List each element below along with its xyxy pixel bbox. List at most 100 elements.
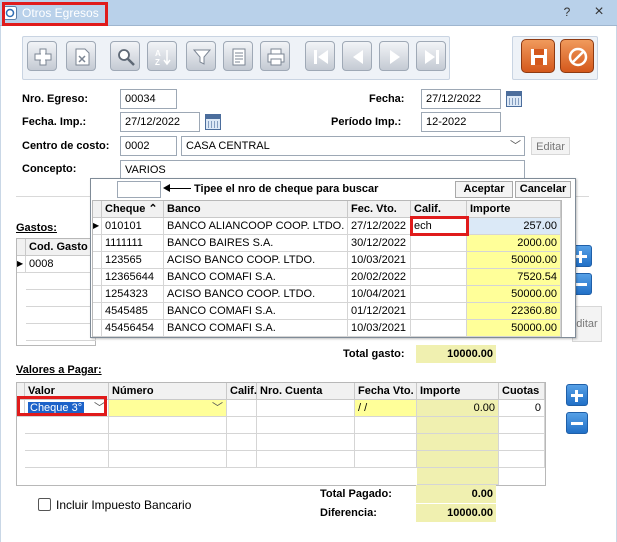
next-record-icon[interactable] bbox=[379, 41, 409, 71]
cheque-cell[interactable]: 45456454 bbox=[102, 320, 164, 337]
fecha-vto-cell[interactable] bbox=[355, 417, 417, 434]
numero-select[interactable]: ﹀ bbox=[109, 400, 227, 417]
numero-cell[interactable] bbox=[109, 434, 227, 451]
col-cheque[interactable]: Cheque ⌃ bbox=[102, 201, 164, 218]
banco-cell[interactable]: BANCO ALIANCOOP COOP. LTDO. bbox=[164, 218, 348, 235]
cuotas-cell[interactable]: 0 bbox=[499, 400, 545, 417]
importe-cell[interactable]: 0.00 bbox=[417, 400, 499, 417]
nro-cuenta-cell[interactable] bbox=[257, 434, 355, 451]
close-button[interactable]: × bbox=[586, 2, 612, 22]
col-importe[interactable]: Importe bbox=[467, 201, 561, 218]
importe-cell[interactable] bbox=[417, 468, 499, 485]
nro-egreso-field[interactable]: 00034 bbox=[120, 89, 177, 109]
calendar-icon[interactable] bbox=[506, 91, 522, 107]
nro-cuenta-cell[interactable] bbox=[257, 400, 355, 417]
calif-cell[interactable] bbox=[411, 269, 467, 286]
fecha-cell[interactable]: 27/12/2022 bbox=[348, 218, 411, 235]
cheque-cell[interactable]: 010101 bbox=[102, 218, 164, 235]
nro-cuenta-cell[interactable] bbox=[257, 417, 355, 434]
col-nro-cuenta[interactable]: Nro. Cuenta bbox=[257, 383, 355, 400]
add-valor-button[interactable] bbox=[566, 384, 588, 406]
add-button[interactable] bbox=[27, 41, 57, 71]
calif-cell[interactable] bbox=[227, 400, 257, 417]
fecha-cell[interactable]: 01/12/2021 bbox=[348, 303, 411, 320]
calif-cell[interactable] bbox=[411, 303, 467, 320]
importe-cell[interactable]: 50000.00 bbox=[467, 252, 561, 269]
banco-cell[interactable]: ACISO BANCO COOP. LTDO. bbox=[164, 286, 348, 303]
valor-cell[interactable] bbox=[25, 451, 109, 468]
importe-cell[interactable]: 2000.00 bbox=[467, 235, 561, 252]
calif-cell[interactable] bbox=[227, 451, 257, 468]
banco-cell[interactable]: BANCO BAIRES S.A. bbox=[164, 235, 348, 252]
cuotas-cell[interactable] bbox=[499, 451, 545, 468]
gasto-cell[interactable] bbox=[26, 273, 96, 290]
calif-cell[interactable] bbox=[227, 417, 257, 434]
fecha-cell[interactable]: 20/02/2022 bbox=[348, 269, 411, 286]
numero-cell[interactable] bbox=[109, 417, 227, 434]
first-record-icon[interactable] bbox=[305, 41, 335, 71]
fecha-vto-cell[interactable]: / / bbox=[355, 400, 417, 417]
cheque-cell[interactable]: 4545485 bbox=[102, 303, 164, 320]
gasto-cell[interactable] bbox=[26, 307, 96, 324]
importe-cell[interactable]: 50000.00 bbox=[467, 320, 561, 337]
cancelar-button[interactable]: Cancelar bbox=[515, 181, 571, 198]
centro-code-field[interactable]: 0002 bbox=[120, 136, 177, 156]
save-icon[interactable] bbox=[521, 39, 555, 73]
cheque-cell[interactable]: 1111111 bbox=[102, 235, 164, 252]
filter-icon[interactable] bbox=[186, 41, 216, 71]
importe-cell[interactable]: 257.00 bbox=[467, 218, 561, 235]
banco-cell[interactable]: ACISO BANCO COOP. LTDO. bbox=[164, 252, 348, 269]
cheque-cell[interactable]: 1254323 bbox=[102, 286, 164, 303]
gasto-cell[interactable]: 0008 bbox=[26, 256, 96, 273]
calendar-icon[interactable] bbox=[205, 114, 221, 130]
banco-cell[interactable]: BANCO COMAFI S.A. bbox=[164, 303, 348, 320]
col-fecha-vto[interactable]: Fecha Vto. bbox=[355, 383, 417, 400]
aceptar-button[interactable]: Aceptar bbox=[455, 181, 513, 198]
fecha-vto-cell[interactable] bbox=[355, 451, 417, 468]
banco-cell[interactable]: BANCO COMAFI S.A. bbox=[164, 269, 348, 286]
calif-cell[interactable] bbox=[411, 320, 467, 337]
impuesto-bancario-checkbox[interactable] bbox=[38, 498, 51, 511]
print-icon[interactable] bbox=[260, 41, 290, 71]
numero-cell[interactable] bbox=[109, 451, 227, 468]
document-icon[interactable] bbox=[223, 41, 253, 71]
importe-cell[interactable]: 7520.54 bbox=[467, 269, 561, 286]
fecha-cell[interactable]: 10/04/2021 bbox=[348, 286, 411, 303]
periodo-field[interactable]: 12-2022 bbox=[421, 112, 501, 132]
importe-cell[interactable]: 22360.80 bbox=[467, 303, 561, 320]
col-calif[interactable]: Calif. bbox=[227, 383, 257, 400]
centro-select[interactable]: CASA CENTRAL ﹀ bbox=[181, 136, 525, 156]
fecha-vto-cell[interactable] bbox=[355, 434, 417, 451]
cheque-search-input[interactable] bbox=[117, 181, 161, 198]
calif-cell[interactable] bbox=[411, 235, 467, 252]
fecha-cell[interactable]: 10/03/2021 bbox=[348, 252, 411, 269]
cheque-cell[interactable]: 123565 bbox=[102, 252, 164, 269]
delete-doc-button[interactable] bbox=[66, 41, 96, 71]
last-record-icon[interactable] bbox=[416, 41, 446, 71]
help-button[interactable]: ? bbox=[554, 2, 580, 22]
previous-record-icon[interactable] bbox=[342, 41, 372, 71]
editar-gasto-button[interactable]: ditar bbox=[572, 306, 602, 342]
valor-cell[interactable] bbox=[25, 434, 109, 451]
col-numero[interactable]: Número bbox=[109, 383, 227, 400]
fecha-cell[interactable]: 10/03/2021 bbox=[348, 320, 411, 337]
valor-cell[interactable] bbox=[25, 417, 109, 434]
gasto-cell[interactable] bbox=[26, 324, 96, 341]
col-banco[interactable]: Banco bbox=[164, 201, 348, 218]
cuotas-cell[interactable] bbox=[499, 417, 545, 434]
cheque-cell[interactable]: 12365644 bbox=[102, 269, 164, 286]
cancel-icon[interactable] bbox=[560, 39, 594, 73]
editar-centro-button[interactable]: Editar bbox=[531, 137, 570, 155]
importe-cell[interactable] bbox=[417, 434, 499, 451]
calif-cell[interactable] bbox=[227, 434, 257, 451]
sort-az-icon[interactable]: AZ bbox=[147, 41, 177, 71]
importe-cell[interactable] bbox=[417, 451, 499, 468]
col-cuotas[interactable]: Cuotas bbox=[499, 383, 545, 400]
remove-valor-button[interactable] bbox=[566, 412, 588, 434]
gasto-cell[interactable] bbox=[26, 290, 96, 307]
importe-cell[interactable]: 50000.00 bbox=[467, 286, 561, 303]
fecha-cell[interactable]: 30/12/2022 bbox=[348, 235, 411, 252]
col-fec-vto[interactable]: Fec. Vto. bbox=[348, 201, 411, 218]
cuotas-cell[interactable] bbox=[499, 434, 545, 451]
nro-cuenta-cell[interactable] bbox=[257, 451, 355, 468]
